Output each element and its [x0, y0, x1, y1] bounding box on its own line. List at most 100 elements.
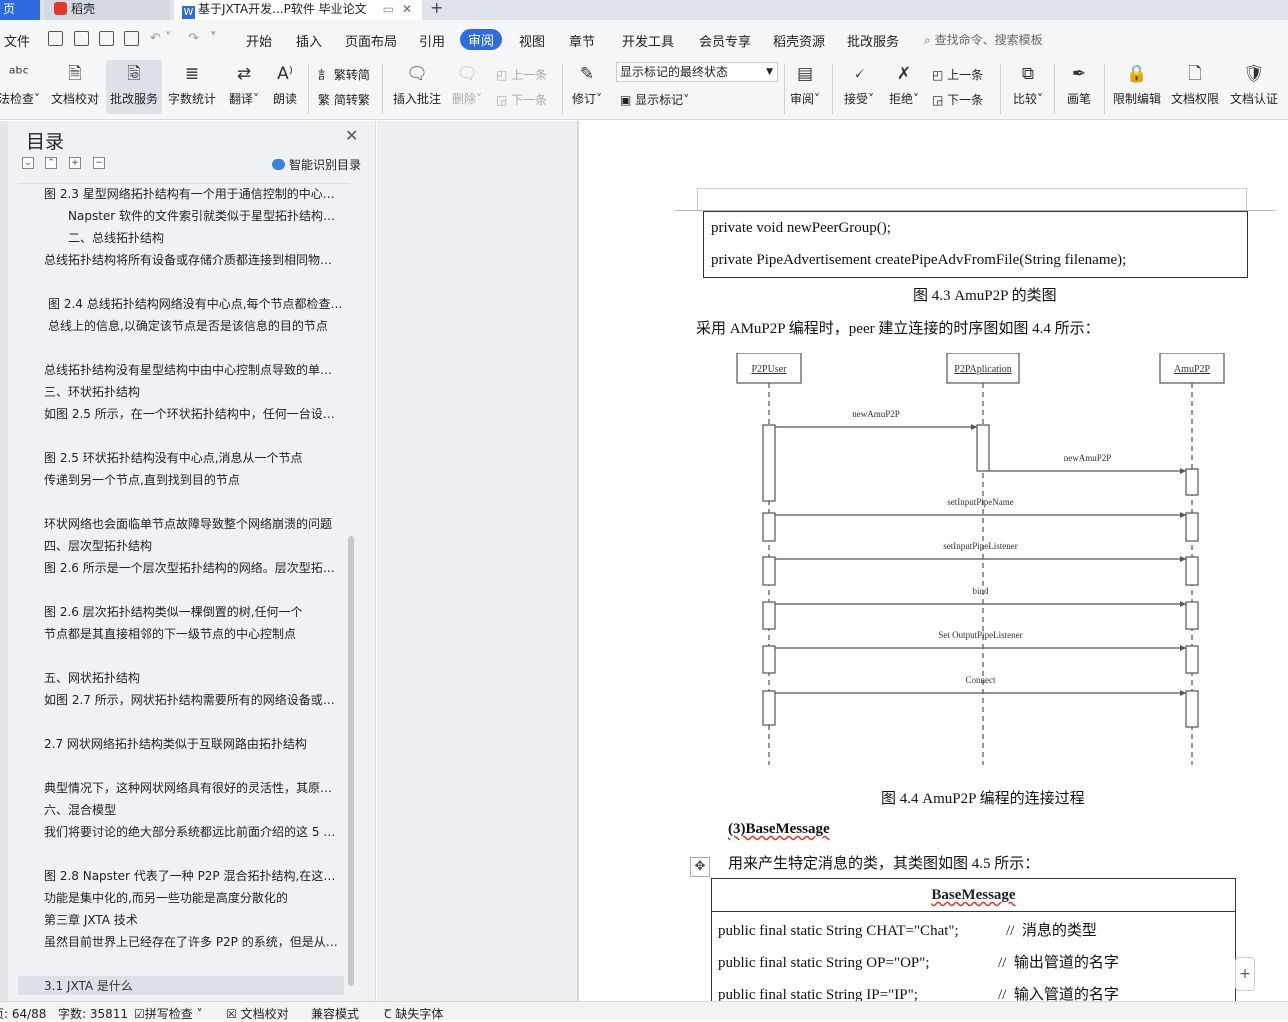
spell-check-label: 法检查 [0, 92, 34, 106]
menu-correct-service[interactable]: 批改服务 [847, 31, 899, 50]
toc-item[interactable]: 功能是集中化的,而另一些功能是高度分散化的 [18, 888, 344, 908]
collapse-icon[interactable]: ⌄ [22, 157, 34, 169]
undo-icon[interactable]: ↶ ˅ [150, 31, 172, 46]
redo-icon[interactable]: ↷ [188, 31, 199, 46]
review-ribbon: ᵃᵇᶜ 法检查˅ 🗎 文档校对 🗟 批改服务 ≣ 字数统计 ⇄ 翻译 ˅ A⁾ 朗读 訁 繁转… [0, 58, 1288, 120]
toc-item[interactable]: 图 2.5 环状拓扑结构没有中心点,消息从一个节点 [18, 448, 344, 468]
doc-proof-toggle[interactable]: ☒ 文档校对 [226, 1005, 289, 1022]
ribbon-divider [784, 64, 785, 114]
document-page[interactable]: private void newPeerGroup(); private Pip… [579, 121, 1288, 1001]
restrict-edit-button[interactable]: 🔒 限制编辑 [1110, 60, 1164, 114]
menu-view[interactable]: 视图 [519, 31, 545, 50]
toc-item[interactable]: 3.1 JXTA 是什么 [18, 976, 344, 995]
read-aloud-button[interactable]: A⁾ 朗读 [268, 60, 302, 114]
reject-button[interactable]: ✗ 拒绝˅ [884, 60, 924, 114]
toc-item[interactable]: 图 2.3 星型网络拓扑结构有一个用于通信控制的中心节点，所有设备都连接到中心节… [18, 184, 344, 204]
delete-comment-button[interactable]: 🗨 删除˅ [448, 60, 486, 114]
translate-button[interactable]: ⇄ 翻译˅ [224, 60, 264, 114]
show-markup-button[interactable]: ▣ 显示标记˅ [620, 91, 689, 108]
toc-item[interactable]: 二、总线拓扑结构 [18, 228, 344, 248]
toc-item[interactable]: 虽然目前世界上已经存在了许多 P2P 的系统，但是从根本上来说 [18, 932, 344, 952]
review-pane-button[interactable]: ▤ 审阅˅ [786, 60, 824, 114]
tab-document[interactable]: W 基于JXTA开发...P软件 毕业论文 ▭ ✕ [174, 0, 422, 20]
compare-button[interactable]: ⧉ 比较˅ [1008, 60, 1048, 114]
word-count[interactable]: 字数: 35811 [58, 1005, 128, 1022]
close-tab-icon[interactable]: ✕ [402, 0, 412, 18]
menu-docer-resources[interactable]: 稻壳资源 [773, 31, 825, 50]
menu-member[interactable]: 会员专享 [699, 31, 751, 50]
toc-item[interactable]: 如图 2.5 所示，在一个环状拓扑结构中，任何一台设备都与相邻两台设备相连接 [18, 404, 344, 424]
command-search[interactable]: ⌕ 查找命令、搜索模板 [924, 31, 1043, 48]
save-icon[interactable] [48, 31, 63, 46]
toc-item[interactable]: 我们将要讨论的绝大部分系统都远比前面介绍的这 5 种拓扑结构复杂 [18, 822, 344, 842]
next-change-button[interactable]: ◲ 下一条 [932, 91, 983, 108]
doc-proof-button[interactable]: 🗎 文档校对 [48, 60, 102, 114]
menu-insert[interactable]: 插入 [296, 31, 322, 50]
close-icon[interactable]: ✕ [345, 126, 358, 145]
page-indicator[interactable]: 页: 64/88 [0, 1005, 46, 1022]
toc-item[interactable]: 图 2.8 Napster 代表了一种 P2P 混合拓扑结构,在这种结构中一些 [18, 866, 344, 886]
add-heading-icon[interactable]: + [69, 157, 81, 169]
toc-item[interactable]: 节点都是其直接相邻的下一级节点的中心控制点 [18, 624, 344, 644]
menu-page-layout[interactable]: 页面布局 [345, 31, 397, 50]
arrow-head [1180, 556, 1186, 562]
quick-access-dropdown-icon[interactable]: ˅ [210, 31, 217, 46]
prev-comment-button[interactable]: ◰ 上一条 [496, 66, 547, 83]
word-count-button[interactable]: ≣ 字数统计 [166, 60, 218, 114]
accept-button[interactable]: 🗸 接受˅ [840, 60, 878, 114]
toc-item[interactable]: 总线拓扑结构将所有设备或存储介质都连接到相同物理媒介上 [18, 250, 344, 270]
toc-item[interactable]: 总线拓扑结构没有星型结构中由中心控制点导致的单点故障问题 [18, 360, 344, 380]
expand-icon[interactable]: ⌃ [45, 157, 57, 169]
toc-item[interactable]: 三、环状拓扑结构 [18, 382, 344, 402]
markup-state-select[interactable]: 显示标记的最终状态 ▼ [616, 62, 778, 82]
toc-item[interactable]: 环状网络也会面临单节点故障导致整个网络崩溃的问题 [18, 514, 344, 534]
toc-item[interactable]: 传递到另一个节点,直到找到目的节点 [18, 470, 344, 490]
spell-check-button[interactable]: ᵃᵇᶜ 法检查˅ [0, 60, 42, 114]
toc-item[interactable]: 六、混合模型 [18, 800, 344, 820]
menu-reference[interactable]: 引用 [419, 31, 445, 50]
print-icon[interactable] [99, 31, 114, 46]
toc-item[interactable]: 第三章 JXTA 技术 [18, 910, 344, 930]
file-menu[interactable]: 文件 [4, 31, 30, 50]
menu-dev-tools[interactable]: 开发工具 [622, 31, 674, 50]
toc-item[interactable]: 总线上的信息,以确定该节点是否是该信息的目的节点 [18, 316, 344, 336]
toc-item[interactable]: 图 2.4 总线拓扑结构网络没有中心点,每个节点都检查通过总线传递的信息 [18, 294, 344, 314]
menu-review[interactable]: 审阅 [460, 29, 503, 50]
add-icon[interactable]: + [1235, 957, 1255, 991]
toc-item[interactable]: 典型情况下，这种网状网络具有很好的灵活性，其原因在于 [18, 778, 344, 798]
toc-item[interactable]: 五、网状拓扑结构 [18, 668, 344, 688]
menu-start[interactable]: 开始 [246, 31, 272, 50]
tab-home[interactable]: 页 [0, 0, 40, 20]
toc-item[interactable]: 图 2.6 所示是一个层次型拓扑结构的网络。层次型拓扑结构 [18, 558, 344, 578]
toc-item[interactable]: Napster 软件的文件索引就类似于星型拓扑结构，客户端首先连接到中心服务器 [18, 206, 344, 226]
new-tab-button[interactable]: + [430, 0, 450, 20]
toc-item[interactable]: 四、层次型拓扑结构 [18, 536, 344, 556]
table-move-handle-icon[interactable]: ✥ [690, 857, 710, 877]
missing-font[interactable]: Ꞇ 缺失字体 [384, 1005, 443, 1022]
toc-item[interactable]: 图 2.6 层次拓扑结构类似一棵倒置的树,任何一个 [18, 602, 344, 622]
correct-service-button[interactable]: 🗟 批改服务 [106, 60, 162, 114]
activation-bar [762, 556, 776, 586]
pen-button[interactable]: ✒ 画笔 [1060, 60, 1098, 114]
menu-chapter[interactable]: 章节 [569, 31, 595, 50]
prev-change-button[interactable]: ◰ 上一条 [932, 66, 983, 83]
to-traditional-button[interactable]: 訁 繁转简 [318, 66, 370, 83]
print-preview-icon[interactable] [124, 31, 139, 46]
monitor-icon[interactable]: ▭ [383, 0, 394, 18]
message-label: bind [972, 586, 989, 596]
track-changes-button[interactable]: ✎ 修订˅ [568, 60, 606, 114]
doc-rights-button[interactable]: 🗋 文档权限 [1168, 60, 1222, 114]
to-simplified-button[interactable]: 繁 简转繁 [318, 91, 370, 108]
delete-comment-label: 删除 [451, 92, 476, 106]
next-comment-button[interactable]: ◲ 下一条 [496, 91, 547, 108]
nav-scrollbar[interactable] [348, 536, 354, 986]
export-pdf-icon[interactable] [74, 31, 89, 46]
doc-auth-button[interactable]: 🛡 文档认证 [1226, 60, 1282, 114]
tab-wps-docer[interactable]: 稻壳 [44, 0, 170, 20]
toc-item[interactable]: 2.7 网状网络拓扑结构类似于互联网路由拓扑结构 [18, 734, 344, 754]
remove-heading-icon[interactable]: − [93, 157, 105, 169]
insert-comment-button[interactable]: 🗨 插入批注 [390, 60, 444, 114]
smart-toc-button[interactable]: 智能识别目录 [272, 156, 361, 173]
spell-check-toggle[interactable]: ☑拼写检查 ˅ [134, 1005, 203, 1022]
toc-item[interactable]: 如图 2.7 所示，网状拓扑结构需要所有的网络设备或节点之间相互连接 [18, 690, 344, 710]
